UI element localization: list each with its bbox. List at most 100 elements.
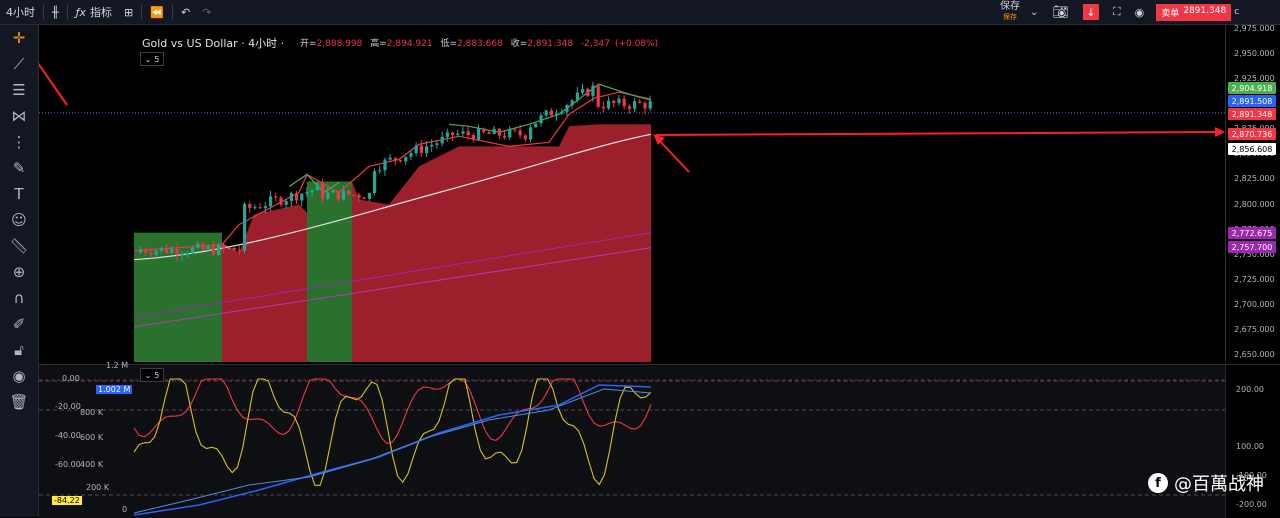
price-tick-label: 2,650.000 xyxy=(1234,350,1275,359)
candle-body xyxy=(430,144,434,147)
ruler-icon[interactable]: 📏︎ xyxy=(0,233,38,259)
candle-body xyxy=(445,132,449,137)
candle-body xyxy=(492,128,496,134)
candle-body xyxy=(336,190,340,200)
lower-indicator-toggle[interactable]: ⌄ 5 xyxy=(140,368,164,382)
watermark-text: @百萬战神 xyxy=(1174,474,1264,495)
zoom-icon[interactable]: ⊕ xyxy=(0,259,38,285)
candle-body xyxy=(466,131,470,135)
price-level-badge: 2,870.736 xyxy=(1228,128,1276,140)
candle-body xyxy=(274,196,278,198)
candle-body xyxy=(367,193,371,199)
camera-icon[interactable]: 📷︎ xyxy=(1052,5,1069,20)
candle-body xyxy=(279,197,283,205)
indicators-button[interactable]: ƒx 指标 xyxy=(70,0,118,24)
save-button[interactable]: 保存 保存 xyxy=(1000,2,1020,22)
sell-button[interactable]: 卖单 2891.348 xyxy=(1156,3,1232,21)
candle-body xyxy=(482,128,486,133)
pattern-icon[interactable]: ⋈ xyxy=(0,103,38,129)
candle-body xyxy=(648,101,652,109)
candle-body xyxy=(284,200,288,205)
price-tick-label: 2,700.000 xyxy=(1234,299,1275,309)
high-value: 2,894.921 xyxy=(386,39,433,49)
price-level-badge: 2,772.675 xyxy=(1228,227,1276,239)
candle-body xyxy=(633,101,637,109)
lower-left-tick: -20.00 xyxy=(55,402,81,411)
layout-grid-icon[interactable]: ⊞ xyxy=(118,0,139,24)
candle-body xyxy=(471,134,475,140)
cloud-red-area xyxy=(222,204,307,362)
candle-body xyxy=(185,253,189,255)
obv-blue-line xyxy=(133,384,652,516)
candle-body xyxy=(461,131,465,134)
eye-icon[interactable]: ◉ xyxy=(1135,6,1145,19)
candle-body xyxy=(601,106,605,109)
candle-body xyxy=(227,247,231,249)
candle-body xyxy=(211,246,215,255)
sell-label: 卖单 xyxy=(1161,8,1180,19)
undo-icon[interactable]: ↶ xyxy=(175,0,196,24)
candle-body xyxy=(503,135,507,138)
candle-type-icon[interactable]: ╫ xyxy=(46,0,65,24)
crosshair-icon[interactable]: ✛ xyxy=(0,25,38,51)
magnet-icon[interactable]: ∩ xyxy=(0,285,38,311)
emoji-icon[interactable]: ☺ xyxy=(0,207,38,233)
candle-body xyxy=(487,132,491,134)
candle-body xyxy=(165,247,169,253)
lock-icon[interactable]: 🔓︎ xyxy=(0,337,38,363)
chevron-down-icon: ⌄ xyxy=(144,54,152,64)
candle-body xyxy=(612,100,616,104)
candle-body xyxy=(180,254,184,256)
indicator-pane[interactable] xyxy=(39,364,1225,518)
toolbar-divider xyxy=(141,4,143,20)
candle-body xyxy=(643,102,647,109)
candle-body xyxy=(477,128,481,140)
change-percent: (+0.08%) xyxy=(614,39,659,49)
trash-icon[interactable]: 🗑︎ xyxy=(0,389,38,415)
visibility-icon[interactable]: ◉ xyxy=(0,363,38,389)
candle-body xyxy=(321,183,325,199)
price-pane[interactable] xyxy=(39,25,1225,362)
candle-body xyxy=(373,171,377,194)
candle-body xyxy=(586,88,590,97)
candle-body xyxy=(393,157,397,161)
lower-left-tick: 600 K xyxy=(80,433,104,442)
change-value: -2,347 xyxy=(580,39,610,49)
brush-icon[interactable]: ✎ xyxy=(0,155,38,181)
projection-icon[interactable]: ⋮ xyxy=(0,129,38,155)
price-tick-label: 2,675.000 xyxy=(1234,324,1275,334)
red-arrow-line xyxy=(655,131,1222,136)
download-icon[interactable]: ↓ xyxy=(1082,4,1099,20)
indicator-toggle[interactable]: ⌄ 5 xyxy=(140,52,164,66)
red-arrow-head xyxy=(1215,127,1225,137)
toolbar-divider xyxy=(171,4,173,20)
candle-body xyxy=(139,249,143,253)
trend-line-icon[interactable]: ⟋ xyxy=(0,51,38,77)
timeframe-button[interactable]: 4小时 xyxy=(0,0,41,24)
red-arrow-line xyxy=(39,62,68,106)
candle-body xyxy=(544,110,548,116)
candle-body xyxy=(607,100,611,109)
lock-drawing-icon[interactable]: ✐ xyxy=(0,311,38,337)
candle-body xyxy=(217,245,221,255)
candle-body xyxy=(518,130,522,136)
obv-signal-line xyxy=(133,388,652,514)
fib-retracement-icon[interactable]: ☰ xyxy=(0,77,38,103)
redo-icon[interactable]: ↷ xyxy=(196,0,217,24)
facebook-icon: f xyxy=(1148,473,1168,493)
replay-icon[interactable]: ⏪ xyxy=(144,0,170,24)
candle-body xyxy=(222,245,226,249)
candle-body xyxy=(560,111,564,114)
candle-body xyxy=(617,98,621,104)
price-level-badge: 2,891.348 xyxy=(1228,108,1276,120)
price-tick-label: 2,725.000 xyxy=(1234,274,1275,284)
toolbar-right: 保存 保存 ⌄ 📷︎ ↓ ⛶ ◉ 卖单 2891.348 c xyxy=(1000,0,1239,24)
candle-body xyxy=(159,247,163,251)
close-label: 收= xyxy=(510,39,528,49)
candle-body xyxy=(196,243,200,248)
fullscreen-icon[interactable]: ⛶ xyxy=(1113,5,1121,19)
text-icon[interactable]: T xyxy=(0,181,38,207)
chevron-down-icon[interactable]: ⌄ xyxy=(1030,7,1038,18)
candle-body xyxy=(295,193,299,201)
candle-body xyxy=(539,115,543,124)
